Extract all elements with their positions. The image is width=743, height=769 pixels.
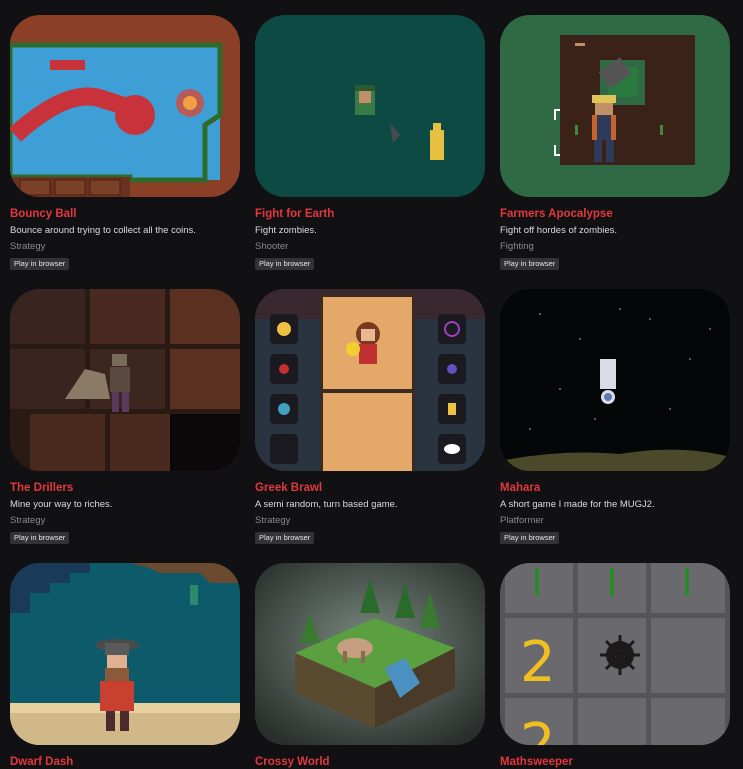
game-card-the-drillers: The Drillers Mine your way to riches. St… bbox=[10, 289, 240, 545]
play-in-browser-badge[interactable]: Play in browser bbox=[10, 258, 70, 270]
crossy-world-thumbnail-art bbox=[255, 563, 485, 745]
game-description: Fight zombies. bbox=[255, 225, 317, 236]
game-thumbnail[interactable] bbox=[255, 563, 485, 745]
game-card-mathsweeper: 2 2 Mathsweeper bbox=[500, 563, 730, 769]
play-in-browser-badge[interactable]: Play in browser bbox=[500, 258, 560, 270]
game-card-dwarf-dash: Dwarf Dash bbox=[10, 563, 240, 769]
game-genre: Platformer bbox=[500, 515, 544, 526]
play-in-browser-badge[interactable]: Play in browser bbox=[255, 532, 315, 544]
game-title-link[interactable]: Greek Brawl bbox=[255, 481, 485, 495]
game-thumbnail[interactable] bbox=[10, 563, 240, 745]
game-genre: Fighting bbox=[500, 241, 534, 252]
mahara-thumbnail-art bbox=[500, 289, 730, 471]
mine-count-number: 2 bbox=[520, 630, 556, 695]
game-thumbnail[interactable] bbox=[500, 15, 730, 197]
game-card-farmers-apocalypse: Farmers Apocalypse Fight off hordes of z… bbox=[500, 15, 730, 271]
game-title-link[interactable]: The Drillers bbox=[10, 481, 240, 495]
game-description: Fight off hordes of zombies. bbox=[500, 225, 618, 236]
game-card-fight-for-earth: Fight for Earth Fight zombies. Shooter P… bbox=[255, 15, 485, 271]
game-title-link[interactable]: Crossy World bbox=[255, 755, 485, 769]
game-thumbnail[interactable] bbox=[500, 289, 730, 471]
game-card-greek-brawl: Greek Brawl A semi random, turn based ga… bbox=[255, 289, 485, 545]
mathsweeper-thumbnail-art: 2 2 bbox=[500, 563, 730, 745]
game-thumbnail[interactable] bbox=[255, 289, 485, 471]
dwarf-dash-thumbnail-art bbox=[10, 563, 240, 745]
fight-for-earth-thumbnail-art bbox=[255, 15, 485, 197]
game-card-mahara: Mahara A short game I made for the MUGJ2… bbox=[500, 289, 730, 545]
game-genre: Strategy bbox=[255, 515, 291, 526]
game-description: Bounce around trying to collect all the … bbox=[10, 225, 196, 236]
game-thumbnail[interactable] bbox=[10, 15, 240, 197]
game-card-bouncy-ball: Bouncy Ball Bounce around trying to coll… bbox=[10, 15, 240, 271]
game-thumbnail[interactable] bbox=[10, 289, 240, 471]
game-title-link[interactable]: Mahara bbox=[500, 481, 730, 495]
farmers-apocalypse-thumbnail-art bbox=[500, 15, 730, 197]
greek-brawl-thumbnail-art bbox=[255, 289, 485, 471]
the-drillers-thumbnail-art bbox=[10, 289, 240, 471]
game-title-link[interactable]: Bouncy Ball bbox=[10, 207, 240, 221]
game-thumbnail[interactable]: 2 2 bbox=[500, 563, 730, 745]
game-description: Mine your way to riches. bbox=[10, 499, 113, 510]
game-card-crossy-world: Crossy World bbox=[255, 563, 485, 769]
game-title-link[interactable]: Fight for Earth bbox=[255, 207, 485, 221]
game-genre: Strategy bbox=[10, 515, 46, 526]
game-description: A semi random, turn based game. bbox=[255, 499, 398, 510]
game-genre: Strategy bbox=[10, 241, 46, 252]
bouncy-ball-thumbnail-art bbox=[10, 15, 240, 197]
game-description: A short game I made for the MUGJ2. bbox=[500, 499, 655, 510]
play-in-browser-badge[interactable]: Play in browser bbox=[10, 532, 70, 544]
game-thumbnail[interactable] bbox=[255, 15, 485, 197]
mine-count-number: 2 bbox=[520, 712, 556, 745]
game-title-link[interactable]: Farmers Apocalypse bbox=[500, 207, 730, 221]
game-title-link[interactable]: Dwarf Dash bbox=[10, 755, 240, 769]
game-title-link[interactable]: Mathsweeper bbox=[500, 755, 730, 769]
game-genre: Shooter bbox=[255, 241, 289, 252]
play-in-browser-badge[interactable]: Play in browser bbox=[255, 258, 315, 270]
play-in-browser-badge[interactable]: Play in browser bbox=[500, 532, 560, 544]
